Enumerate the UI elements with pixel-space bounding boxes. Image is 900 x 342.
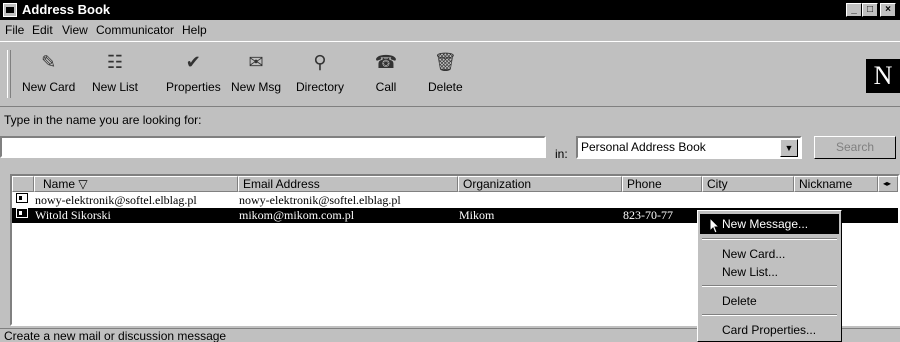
new-msg-button[interactable]: ✉ New Msg [231, 50, 281, 94]
column-header-city[interactable]: City [702, 176, 794, 192]
directory-button[interactable]: ⚲ Directory [296, 50, 344, 94]
dropdown-arrow-icon[interactable]: ▼ [780, 139, 798, 157]
menu-item-new-message[interactable]: New Message... [700, 214, 839, 234]
properties-icon: ✔ [185, 52, 201, 72]
column-header-name[interactable]: Name ▽ [34, 176, 238, 192]
row-email: nowy-elektronik@softel.elblag.pl [239, 193, 401, 207]
phone-icon: ☎ [374, 52, 398, 72]
netscape-logo[interactable]: N [866, 59, 900, 93]
context-menu: New Message... New Card... New List... D… [697, 210, 842, 342]
search-prompt: Type in the name you are looking for: [4, 113, 202, 127]
close-button[interactable]: × [880, 3, 896, 17]
selected-book: Personal Address Book [581, 140, 706, 154]
menu-edit[interactable]: Edit [32, 23, 53, 37]
row-name: Witold Sikorski [35, 208, 111, 222]
in-label: in: [555, 147, 568, 161]
menu-separator [702, 314, 837, 316]
window-title: Address Book [22, 2, 111, 17]
new-list-icon: ☷ [106, 52, 124, 72]
new-list-button[interactable]: ☷ New List [92, 50, 138, 94]
menu-separator [702, 285, 837, 287]
column-header-organization[interactable]: Organization [458, 176, 622, 192]
address-book-icon [3, 3, 17, 17]
search-button[interactable]: Search [814, 136, 896, 159]
status-text: Create a new mail or discussion message [4, 329, 227, 342]
menu-communicator[interactable]: Communicator [96, 23, 174, 37]
address-book-window: Address Book _ □ × File Edit View Commun… [0, 0, 900, 342]
title-bar[interactable]: Address Book _ □ × [0, 0, 900, 20]
row-phone: 823-70-77 [623, 208, 673, 222]
toolbar: ✎ New Card ☷ New List ✔ Properties ✉ New… [0, 41, 900, 107]
menu-separator [702, 238, 837, 240]
menu-item-delete[interactable]: Delete [700, 291, 839, 311]
menu-item-new-list[interactable]: New List... [700, 262, 839, 282]
trash-icon: 🗑 [433, 52, 457, 72]
card-icon [16, 193, 28, 203]
delete-button[interactable]: 🗑 Delete [428, 50, 463, 94]
call-button[interactable]: ☎ Call [374, 50, 398, 94]
menu-view[interactable]: View [62, 23, 88, 37]
column-header-phone[interactable]: Phone [622, 176, 702, 192]
row-organization: Mikom [459, 208, 495, 222]
row-name: nowy-elektronik@softel.elblag.pl [35, 193, 197, 207]
new-msg-icon: ✉ [248, 52, 264, 72]
table-row[interactable]: nowy-elektronik@softel.elblag.pl nowy-el… [12, 193, 898, 208]
row-email: mikom@mikom.com.pl [239, 208, 355, 222]
column-header-nickname[interactable]: Nickname [794, 176, 878, 192]
column-header-icon[interactable] [12, 176, 34, 192]
menu-item-new-card[interactable]: New Card... [700, 244, 839, 264]
new-card-icon: ✎ [41, 52, 57, 72]
card-icon [16, 208, 28, 218]
toolbar-grip[interactable] [7, 50, 11, 98]
new-card-button[interactable]: ✎ New Card [22, 50, 75, 94]
column-scroll-icon[interactable]: ◂▸ [878, 176, 898, 192]
menu-item-card-properties[interactable]: Card Properties... [700, 320, 839, 340]
mouse-pointer-icon [710, 218, 721, 234]
search-input[interactable] [0, 136, 546, 158]
maximize-button[interactable]: □ [862, 3, 878, 17]
menu-bar: File Edit View Communicator Help [0, 20, 900, 40]
properties-button[interactable]: ✔ Properties [166, 50, 221, 94]
address-book-select[interactable]: Personal Address Book [576, 136, 802, 159]
directory-icon: ⚲ [313, 52, 327, 72]
menu-file[interactable]: File [5, 23, 24, 37]
minimize-button[interactable]: _ [846, 3, 862, 17]
menu-help[interactable]: Help [182, 23, 207, 37]
column-header-email[interactable]: Email Address [238, 176, 458, 192]
